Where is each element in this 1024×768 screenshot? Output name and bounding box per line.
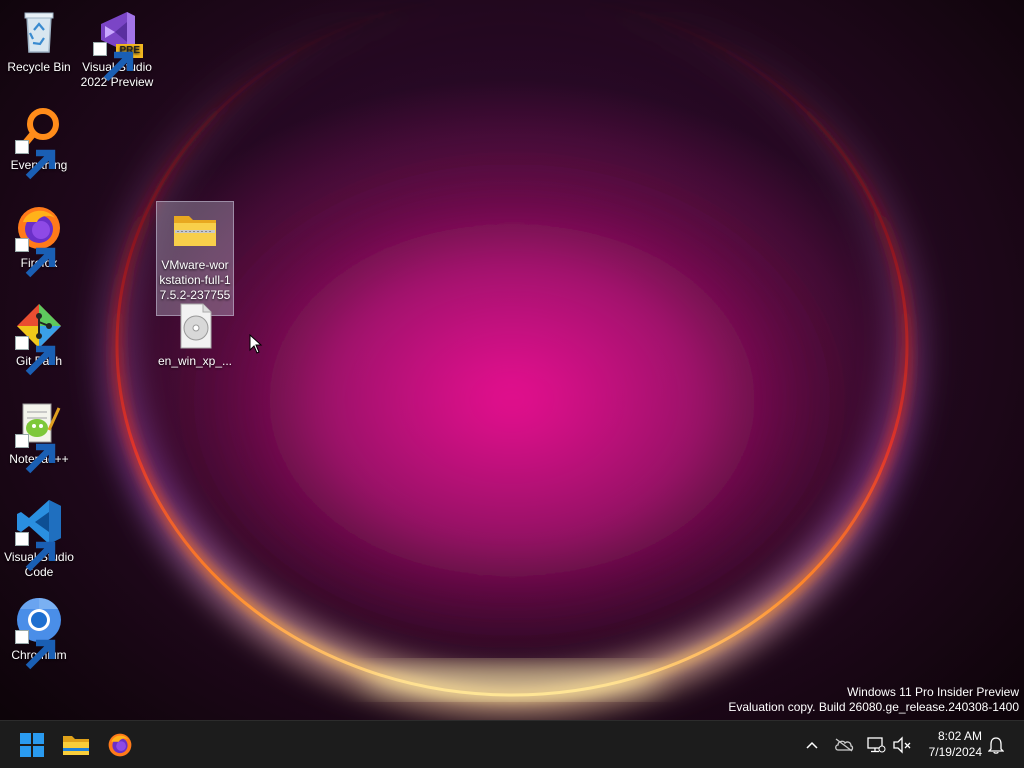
- desktop-icon-vmware-zip[interactable]: VMware-workstation-full-17.5.2-2377557: [156, 201, 234, 317]
- desktop-icon-everything[interactable]: Everything: [0, 106, 78, 180]
- taskbar-clock[interactable]: 8:02 AM 7/19/2024: [929, 728, 982, 760]
- tray-onedrive[interactable]: [832, 733, 856, 757]
- windows-watermark: Windows 11 Pro Insider Preview Evaluatio…: [728, 685, 1019, 715]
- notepad-plus-plus-icon: [15, 400, 63, 474]
- watermark-build: Evaluation copy. Build 26080.ge_release.…: [728, 700, 1019, 714]
- shortcut-arrow-icon: [15, 532, 56, 572]
- onedrive-offline-icon: [835, 738, 854, 752]
- bell-icon: [988, 737, 1004, 754]
- shortcut-arrow-icon: [93, 42, 134, 82]
- desktop-icon-notepad-plus-plus[interactable]: Notepad++: [0, 400, 78, 474]
- desktop-icon-label: en_win_xp_...: [157, 354, 233, 368]
- shortcut-arrow-icon: [15, 140, 56, 180]
- notification-center-button[interactable]: [984, 733, 1008, 757]
- wallpaper: [97, 0, 927, 715]
- everything-search-icon: [15, 106, 63, 180]
- firefox-icon: [15, 204, 63, 278]
- visual-studio-preview-icon: PRE: [93, 8, 143, 82]
- desktop-icon-firefox[interactable]: Firefox: [0, 204, 78, 278]
- shortcut-arrow-icon: [15, 336, 56, 376]
- chromium-icon: [15, 596, 63, 670]
- desktop[interactable]: Recycle Bin PRE Visual Studio 2022 Previ…: [0, 0, 1024, 720]
- desktop-icon-chromium[interactable]: Chromium: [0, 596, 78, 670]
- tray-network[interactable]: [864, 733, 888, 757]
- shortcut-arrow-icon: [15, 434, 56, 474]
- recycle-bin-icon: [15, 8, 63, 56]
- desktop-icon-visual-studio-preview[interactable]: PRE Visual Studio 2022 Preview: [78, 8, 156, 90]
- desktop-icon-label: Recycle Bin: [7, 60, 71, 74]
- watermark-edition: Windows 11 Pro Insider Preview: [847, 685, 1019, 699]
- tray-volume[interactable]: [890, 733, 914, 757]
- file-explorer-icon: [63, 736, 89, 755]
- clock-date: 7/19/2024: [928, 745, 982, 759]
- desktop-icon-git-bash[interactable]: Git Bash: [0, 302, 78, 376]
- desktop-icon-recycle-bin[interactable]: Recycle Bin: [0, 8, 78, 75]
- show-hidden-icons-button[interactable]: [800, 733, 824, 757]
- taskbar-file-explorer[interactable]: [56, 725, 96, 765]
- firefox-icon: [108, 733, 132, 757]
- zip-folder-icon: [171, 206, 219, 254]
- start-button[interactable]: [12, 725, 52, 765]
- taskbar-firefox[interactable]: [100, 725, 140, 765]
- network-icon: [867, 737, 886, 753]
- taskbar: 8:02 AM 7/19/2024: [0, 720, 1024, 768]
- shortcut-arrow-icon: [15, 238, 56, 278]
- clock-time: 8:02 AM: [937, 729, 982, 743]
- git-bash-icon: [15, 302, 63, 376]
- vscode-icon: [15, 498, 63, 572]
- volume-muted-icon: [893, 736, 911, 754]
- disc-image-icon: [171, 302, 219, 350]
- shortcut-arrow-icon: [15, 630, 56, 670]
- start-icon: [20, 733, 44, 757]
- desktop-icon-win-xp-iso[interactable]: en_win_xp_...: [156, 302, 234, 369]
- desktop-icon-vscode[interactable]: Visual Studio Code: [0, 498, 78, 580]
- mouse-cursor-icon: [249, 334, 263, 354]
- chevron-up-icon: [806, 741, 818, 749]
